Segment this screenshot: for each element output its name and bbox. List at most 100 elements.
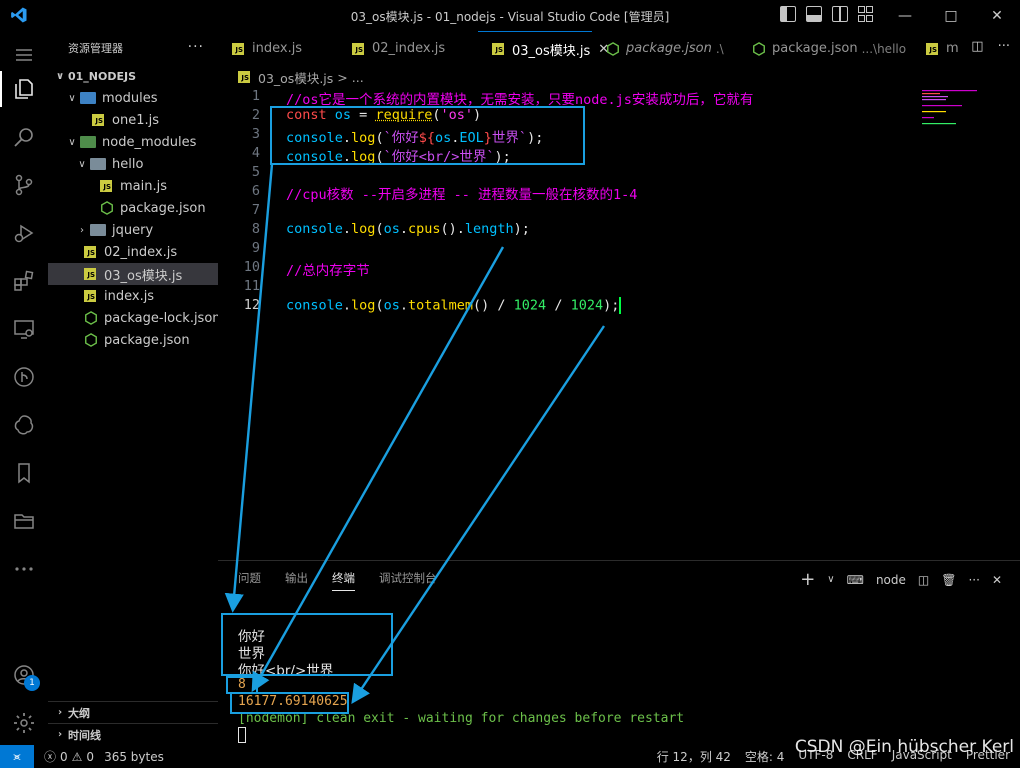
chevron-right-icon: › xyxy=(57,707,63,718)
outline-section[interactable]: › 大纲 xyxy=(48,701,218,723)
search-icon[interactable] xyxy=(0,113,48,161)
more-views-icon[interactable] xyxy=(0,545,48,593)
accounts-icon[interactable]: 1 xyxy=(0,651,48,699)
terminal-output-line: 16177.69140625 xyxy=(238,694,348,709)
source-control-icon[interactable] xyxy=(0,161,48,209)
js-file-icon: JS xyxy=(92,114,104,126)
chevron-down-icon: ∨ xyxy=(68,136,76,148)
customize-layout-icon[interactable] xyxy=(858,6,874,22)
minimap[interactable] xyxy=(920,88,990,148)
timeline-section[interactable]: › 时间线 xyxy=(48,723,218,745)
token: } xyxy=(483,130,492,146)
toggle-panel-icon[interactable] xyxy=(806,6,822,22)
explorer-sidebar: 资源管理器 ··· ∨ 01_NODEJS ∨ modules JS one1.… xyxy=(48,31,221,745)
new-terminal-icon[interactable]: + xyxy=(800,569,815,590)
code-line-3: 3 console.log(`你好${os.EOL}世界`); xyxy=(218,126,543,146)
tree-label: one1.js xyxy=(112,112,159,128)
explorer-more-actions-icon[interactable]: ··· xyxy=(188,39,204,55)
status-bar: ⪤ ⓧ 0 ⚠ 0 365 bytes 行 12，列 42 空格: 4 UTF-… xyxy=(0,737,1020,768)
indentation-status[interactable]: 空格: 4 xyxy=(745,748,785,765)
panel-tab-problems[interactable]: 问题 xyxy=(238,570,261,586)
tree-file-package-lock[interactable]: package-lock.json xyxy=(48,307,221,329)
token: EOL xyxy=(459,130,484,146)
extensions-icon[interactable] xyxy=(0,257,48,305)
close-window-button[interactable]: ✕ xyxy=(974,0,1020,31)
run-debug-icon[interactable] xyxy=(0,209,48,257)
prettier-status[interactable]: Prettier xyxy=(966,748,1010,765)
cursor-position-status[interactable]: 行 12，列 42 xyxy=(657,748,731,765)
bottom-panel: 问题 输出 终端 调试控制台 + ∨ ⌨ node ◫ 🗑 ··· ✕ 你好 世… xyxy=(218,560,1020,745)
tree-file-index[interactable]: JS index.js xyxy=(48,285,218,307)
line-number: 3 xyxy=(251,126,260,142)
tab-label: index.js xyxy=(252,41,303,56)
tree-label: package.json xyxy=(104,332,190,348)
warning-count: 0 xyxy=(86,749,95,764)
token: ( xyxy=(375,297,384,314)
tree-folder-modules[interactable]: ∨ modules xyxy=(48,87,218,109)
split-editor-icon[interactable]: ◫ xyxy=(971,39,983,54)
trash-icon[interactable]: 🗑 xyxy=(941,573,956,587)
breadcrumb-file[interactable]: 03_os模块.js xyxy=(258,68,333,87)
terminal-shell-label[interactable]: node xyxy=(876,573,906,587)
eol-status[interactable]: CRLF xyxy=(847,748,877,765)
tab-03-os-js[interactable]: JS 03_os模块.js ✕ xyxy=(478,31,609,66)
manage-gear-icon[interactable] xyxy=(0,699,48,747)
project-manager-icon[interactable] xyxy=(0,497,48,545)
chatgpt-icon[interactable] xyxy=(0,401,48,449)
remote-explorer-icon[interactable] xyxy=(0,305,48,353)
toggle-primary-sidebar-icon[interactable] xyxy=(780,6,796,22)
folder-icon xyxy=(90,158,106,170)
tree-file-02-index[interactable]: JS 02_index.js xyxy=(48,241,218,263)
line-number: 5 xyxy=(251,164,260,180)
encoding-status[interactable]: UTF-8 xyxy=(798,748,833,765)
accounts-badge: 1 xyxy=(24,675,40,691)
activity-bar: 1 xyxy=(0,31,48,745)
token: log xyxy=(351,149,376,165)
panel-tab-debug-console[interactable]: 调试控制台 xyxy=(379,570,437,586)
more-actions-icon[interactable]: ··· xyxy=(968,573,979,587)
code-comment: //os它是一个系统的内置模块，无需安装，只要node.js安装成功后，它就有 xyxy=(286,92,754,108)
tab-02-index-js[interactable]: JS 02_index.js xyxy=(338,31,478,66)
language-mode-status[interactable]: JavaScript xyxy=(892,748,952,765)
token: 'os' xyxy=(440,107,473,123)
tree-file-main[interactable]: JS main.js xyxy=(48,175,218,197)
tab-package-json-hello[interactable]: package.json ...\hello xyxy=(738,31,918,66)
tree-file-hello-package-json[interactable]: package.json xyxy=(48,197,218,219)
token: os xyxy=(334,107,352,123)
panel-tab-output[interactable]: 输出 xyxy=(285,570,308,586)
token: `你好<br/>世界` xyxy=(383,149,495,165)
token: ( xyxy=(375,130,384,146)
code-editor[interactable]: 1 //os它是一个系统的内置模块，无需安装，只要node.js安装成功后，它就… xyxy=(218,88,1020,556)
panel-tab-terminal[interactable]: 终端 xyxy=(332,570,355,591)
maximize-button[interactable]: □ xyxy=(928,0,974,31)
minimize-button[interactable]: — xyxy=(882,0,928,31)
token: cpus xyxy=(407,221,441,237)
js-file-icon: JS xyxy=(238,71,250,83)
tab-index-js[interactable]: JS index.js xyxy=(218,31,338,66)
git-graph-icon[interactable] xyxy=(0,353,48,401)
chevron-down-icon[interactable]: ∨ xyxy=(827,574,834,585)
code-comment: //cpu核数 --开启多进程 -- 进程数量一般在核数的1-4 xyxy=(286,187,638,203)
tree-folder-hello[interactable]: ∨ hello xyxy=(48,153,218,175)
tree-folder-node-modules[interactable]: ∨ node_modules xyxy=(48,131,218,153)
tree-file-03-os[interactable]: JS 03_os模块.js xyxy=(48,263,218,285)
token: ); xyxy=(494,149,511,165)
tree-file-one1[interactable]: JS one1.js xyxy=(48,109,218,131)
toggle-secondary-sidebar-icon[interactable] xyxy=(832,6,848,22)
tab-m[interactable]: JS m xyxy=(918,31,959,66)
split-terminal-icon[interactable]: ◫ xyxy=(918,573,929,587)
error-count: 0 xyxy=(60,749,68,764)
remote-indicator-icon[interactable]: ⪤ xyxy=(0,745,34,768)
tree-file-package-json[interactable]: package.json xyxy=(48,329,218,351)
line-number: 1 xyxy=(251,88,260,104)
problems-status[interactable]: ⓧ 0 ⚠ 0 xyxy=(44,748,94,765)
close-panel-icon[interactable]: ✕ xyxy=(992,573,1002,587)
more-actions-icon[interactable]: ··· xyxy=(998,39,1010,54)
explorer-icon[interactable] xyxy=(0,65,48,113)
tab-package-json-root[interactable]: package.json .\ xyxy=(592,31,738,66)
bookmarks-icon[interactable] xyxy=(0,449,48,497)
code-line-4: 4 console.log(`你好<br/>世界`); xyxy=(218,145,511,165)
workspace-root[interactable]: ∨ 01_NODEJS xyxy=(48,65,218,87)
breadcrumb-more[interactable]: ... xyxy=(352,70,364,85)
tree-folder-jquery[interactable]: › jquery xyxy=(48,219,218,241)
